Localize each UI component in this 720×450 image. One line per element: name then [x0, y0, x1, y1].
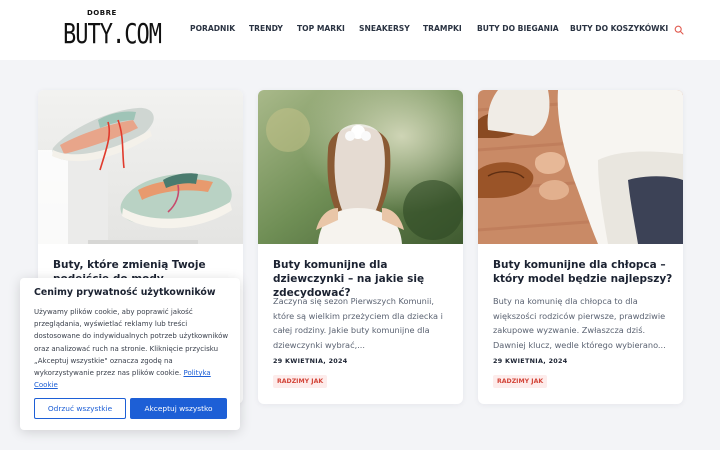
cookie-consent-banner: Cenimy prywatność użytkowników Używamy p…: [20, 278, 240, 430]
nav-item-top-marki[interactable]: TOP MARKI: [297, 24, 345, 33]
site-header: DOBRE BUTY.COM PORADNIK TRENDY TOP MARKI…: [0, 0, 720, 60]
accept-all-button[interactable]: Akceptuj wszystko: [130, 398, 227, 419]
nav-item-trampki[interactable]: TRAMPKI: [423, 24, 462, 33]
article-date: 29 KWIETNIA, 2024: [493, 357, 568, 365]
article-image-girl-communion[interactable]: [258, 90, 463, 244]
nav-item-buty-do-koszykowki[interactable]: BUTY DO KOSZYKÓWKI: [570, 24, 668, 33]
article-category-tag[interactable]: RADZIMY JAK: [493, 375, 548, 388]
nav-item-poradnik[interactable]: PORADNIK: [190, 24, 235, 33]
site-logo[interactable]: DOBRE BUTY.COM: [63, 9, 162, 51]
nav-item-sneakersy[interactable]: SNEAKERSY: [359, 24, 410, 33]
article-title[interactable]: Buty komunijne dla chłopca – który model…: [493, 258, 673, 286]
cookie-title: Cenimy prywatność użytkowników: [34, 287, 216, 298]
article-category-tag[interactable]: RADZIMY JAK: [273, 375, 328, 388]
article-image-sneakers[interactable]: [38, 90, 243, 244]
article-excerpt: Zaczyna się sezon Pierwszych Komunii, kt…: [273, 296, 443, 350]
article-card[interactable]: Buty komunijne dla dziewczynki – na jaki…: [258, 90, 463, 404]
article-image-boy-shoes[interactable]: [478, 90, 683, 244]
nav-item-buty-do-biegania[interactable]: BUTY DO BIEGANIA: [477, 24, 559, 33]
logo-main-text: BUTY.COM: [63, 19, 162, 51]
nav-item-trendy[interactable]: TRENDY: [249, 24, 283, 33]
article-card[interactable]: Buty komunijne dla chłopca – który model…: [478, 90, 683, 404]
cookie-text: Używamy plików cookie, aby poprawić jako…: [34, 308, 229, 378]
article-date: 29 KWIETNIA, 2024: [273, 357, 348, 365]
reject-all-button[interactable]: Odrzuć wszystkie: [34, 398, 126, 419]
search-icon[interactable]: [674, 25, 684, 35]
cookie-description: Używamy plików cookie, aby poprawić jako…: [34, 306, 230, 391]
article-excerpt: Buty na komunię dla chłopca to dla więks…: [493, 296, 666, 350]
logo-top-text: DOBRE: [87, 9, 117, 17]
